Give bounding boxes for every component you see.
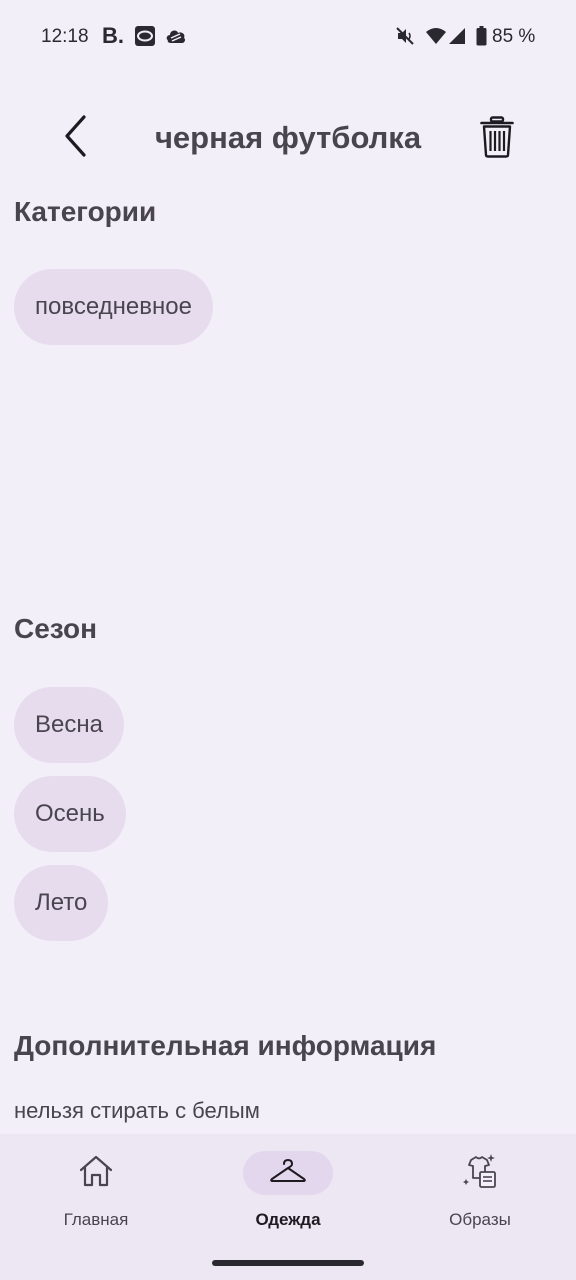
mute-icon	[394, 24, 416, 48]
nav-label-outfits: Образы	[449, 1210, 511, 1229]
status-time: 12:18	[41, 26, 89, 47]
nav-label-clothes: Одежда	[255, 1210, 321, 1229]
nav-item-outfits[interactable]: Образы	[384, 1134, 576, 1244]
cellular-signal-icon	[447, 24, 467, 48]
home-icon	[78, 1154, 114, 1193]
categories-title: Категории	[14, 196, 157, 227]
nav-item-home[interactable]: Главная	[0, 1134, 192, 1244]
season-chip-autumn[interactable]: Осень	[14, 776, 126, 852]
trash-icon	[480, 115, 514, 163]
item-detail-screen: 12:18 B. 85 % черная футболка Категории …	[0, 0, 576, 1280]
wifi-icon	[424, 24, 448, 48]
cloud-app-icon	[164, 24, 188, 48]
category-chip[interactable]: повседневное	[14, 269, 213, 345]
status-bar: 12:18 B. 85 %	[0, 0, 576, 72]
additional-info-text: нельзя стирать с белым	[14, 1098, 260, 1123]
gesture-bar[interactable]	[212, 1260, 364, 1266]
season-chip-spring[interactable]: Весна	[14, 687, 124, 763]
nav-item-clothes[interactable]: Одежда	[192, 1134, 384, 1244]
nav-indicator	[51, 1151, 141, 1195]
outfits-icon	[461, 1152, 499, 1195]
season-chip-summer[interactable]: Лето	[14, 865, 109, 941]
nav-label-home: Главная	[63, 1210, 129, 1229]
image-app-icon	[133, 24, 157, 48]
season-title: Сезон	[14, 613, 98, 644]
bottom-navigation: Главная Одежда Образы	[0, 1134, 576, 1280]
booking-b-icon: B.	[102, 23, 124, 48]
nav-indicator-active	[243, 1151, 333, 1195]
hanger-icon	[269, 1157, 307, 1190]
battery-percentage: 85 %	[492, 26, 536, 47]
delete-button[interactable]	[472, 112, 522, 166]
battery-icon	[474, 24, 488, 48]
nav-indicator	[435, 1151, 525, 1195]
additional-info-title: Дополнительная информация	[14, 1030, 437, 1061]
